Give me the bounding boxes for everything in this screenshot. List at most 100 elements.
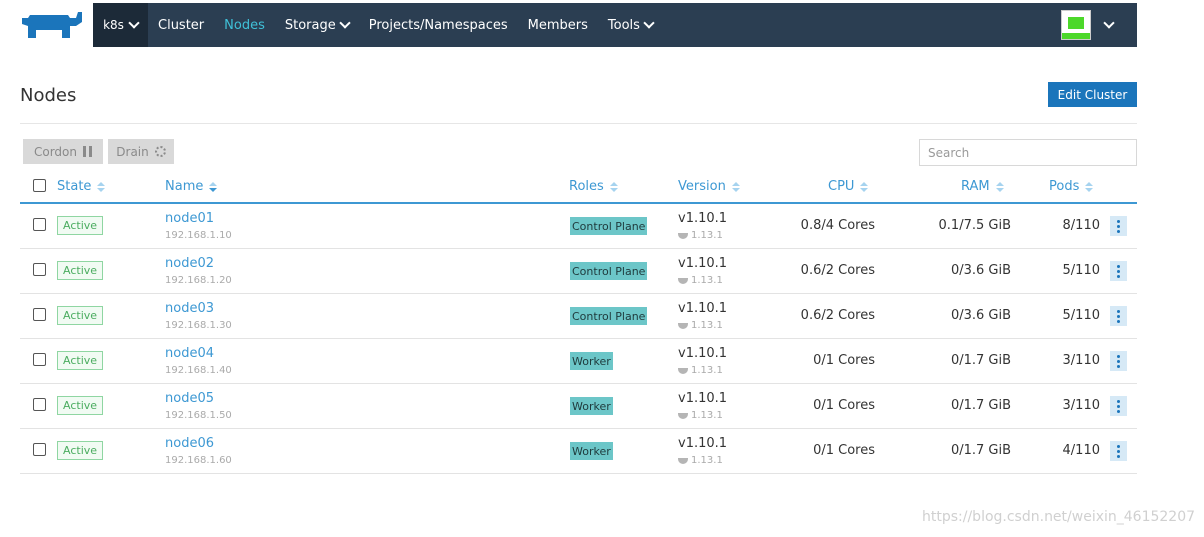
docker-version: 1.13.1 [678,230,723,241]
user-menu[interactable] [1061,3,1137,47]
ram-value: 0/3.6 GiB [950,308,1011,323]
select-all-checkbox[interactable] [33,179,46,192]
chevron-down-icon [643,17,655,29]
divider [20,123,1137,124]
row-actions-button[interactable] [1110,216,1127,236]
row-checkbox[interactable] [33,218,46,231]
nav-members[interactable]: Members [518,3,598,47]
docker-version: 1.13.1 [678,275,723,286]
node-name-link[interactable]: node06 [165,436,214,451]
table-row: Active node04 192.168.1.40 Worker v1.10.… [20,339,1137,384]
status-badge: Active [57,351,104,370]
nav-label: Tools [607,17,640,33]
row-actions-button[interactable] [1110,306,1127,326]
search-input[interactable] [919,139,1137,166]
kubelet-version: v1.10.1 [678,211,728,226]
docker-version-text: 1.13.1 [691,230,723,241]
column-header-version[interactable]: Version [678,179,740,194]
nav-cluster[interactable]: Cluster [148,3,214,47]
status-badge: Active [57,306,104,325]
docker-version-text: 1.13.1 [691,410,723,421]
row-checkbox[interactable] [33,443,46,456]
status-badge: Active [57,261,104,280]
sort-icon [609,181,618,192]
kubelet-version: v1.10.1 [678,346,728,361]
column-header-cpu[interactable]: CPU [828,179,869,194]
docker-icon [678,367,688,374]
nav-label: Nodes [224,17,265,33]
cpu-value: 0.8/4 Cores [800,218,875,233]
avatar-pattern [1068,17,1084,29]
sort-icon [860,181,869,192]
ram-value: 0/1.7 GiB [950,353,1011,368]
node-ip: 192.168.1.10 [165,230,232,241]
column-label: CPU [828,179,855,194]
node-ip: 192.168.1.60 [165,455,232,466]
table-row: Active node03 192.168.1.30 Control Plane… [20,294,1137,339]
column-header-ram[interactable]: RAM [961,179,1004,194]
row-checkbox[interactable] [33,398,46,411]
role-badge: Worker [570,442,613,460]
sort-icon [995,181,1004,192]
row-checkbox[interactable] [33,308,46,321]
docker-version-text: 1.13.1 [691,365,723,376]
row-actions-button[interactable] [1110,261,1127,281]
chevron-down-icon [339,17,351,29]
kubelet-version: v1.10.1 [678,391,728,406]
role-badge: Control Plane [570,262,648,280]
status-badge: Active [57,441,104,460]
row-checkbox[interactable] [33,263,46,276]
sort-icon [1085,181,1094,192]
node-name-link[interactable]: node02 [165,256,214,271]
nav-projects-namespaces[interactable]: Projects/Namespaces [359,3,518,47]
node-name-link[interactable]: node03 [165,301,214,316]
kubelet-version: v1.10.1 [678,436,728,451]
docker-icon [678,232,688,239]
node-name-link[interactable]: node04 [165,346,214,361]
node-name-link[interactable]: node05 [165,391,214,406]
cpu-value: 0.6/2 Cores [800,263,875,278]
main-nav: Cluster Nodes Storage Projects/Namespace… [148,3,663,47]
watermark: https://blog.csdn.net/weixin_46152207 [922,509,1196,525]
edit-cluster-button[interactable]: Edit Cluster [1048,82,1137,107]
node-name-link[interactable]: node01 [165,211,214,226]
role-badge: Worker [570,397,613,415]
row-actions-button[interactable] [1110,396,1127,416]
row-checkbox[interactable] [33,353,46,366]
role-badge: Control Plane [570,217,648,235]
nav-label: Cluster [158,17,205,33]
row-actions-button[interactable] [1110,441,1127,461]
cpu-value: 0.6/2 Cores [800,308,875,323]
row-actions-button[interactable] [1110,351,1127,371]
table-row: Active node06 192.168.1.60 Worker v1.10.… [20,429,1137,474]
chevron-down-icon [128,17,140,29]
page-title: Nodes [20,85,77,106]
docker-icon [678,412,688,419]
nav-nodes[interactable]: Nodes [214,3,275,47]
column-header-pods[interactable]: Pods [1049,179,1094,194]
kubelet-version: v1.10.1 [678,256,728,271]
column-label: Pods [1049,179,1080,194]
ram-value: 0/1.7 GiB [950,398,1011,413]
column-header-state[interactable]: State [57,179,106,194]
pods-value: 8/110 [1062,218,1100,233]
node-ip: 192.168.1.40 [165,365,232,376]
column-label: State [57,179,92,194]
cluster-name: k8s [103,18,124,32]
nav-tools[interactable]: Tools [598,3,663,47]
docker-version: 1.13.1 [678,320,723,331]
avatar[interactable] [1061,10,1091,40]
node-ip: 192.168.1.50 [165,410,232,421]
drain-button[interactable]: Drain [108,139,174,164]
column-header-name[interactable]: Name [165,179,218,194]
nav-label: Members [527,17,588,33]
nav-label: Projects/Namespaces [368,17,508,33]
cordon-button[interactable]: Cordon [23,139,103,164]
cluster-selector[interactable]: k8s [93,3,148,47]
nav-storage[interactable]: Storage [275,3,359,47]
pods-value: 5/110 [1062,308,1100,323]
docker-version: 1.13.1 [678,365,723,376]
column-header-roles[interactable]: Roles [569,179,618,194]
rancher-logo-icon[interactable] [20,10,84,42]
table-row: Active node02 192.168.1.20 Control Plane… [20,249,1137,294]
